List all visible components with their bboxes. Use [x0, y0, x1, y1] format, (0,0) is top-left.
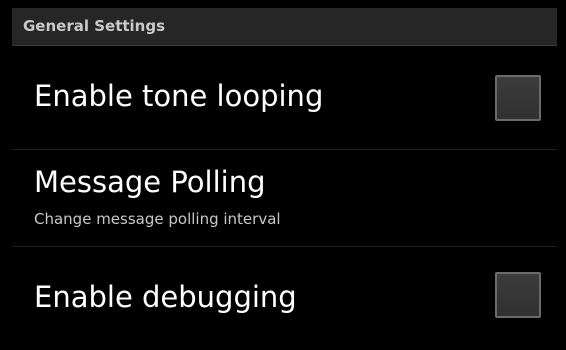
section-header-label: General Settings: [23, 17, 166, 35]
pref-enable-debugging[interactable]: Enable debugging: [12, 247, 557, 350]
settings-screen: General Settings Enable tone looping Mes…: [0, 0, 566, 350]
pref-title-message-polling: Message Polling: [34, 165, 266, 199]
pref-summary-message-polling: Change message polling interval: [34, 210, 281, 228]
section-header-general: General Settings: [12, 8, 557, 46]
debugging-checkbox[interactable]: [495, 272, 541, 318]
pref-enable-tone-looping[interactable]: Enable tone looping: [12, 47, 557, 149]
tone-looping-checkbox[interactable]: [495, 75, 541, 121]
pref-message-polling[interactable]: Message Polling Change message polling i…: [12, 150, 557, 246]
pref-title-tone-looping: Enable tone looping: [34, 79, 324, 113]
pref-title-debugging: Enable debugging: [34, 280, 297, 314]
